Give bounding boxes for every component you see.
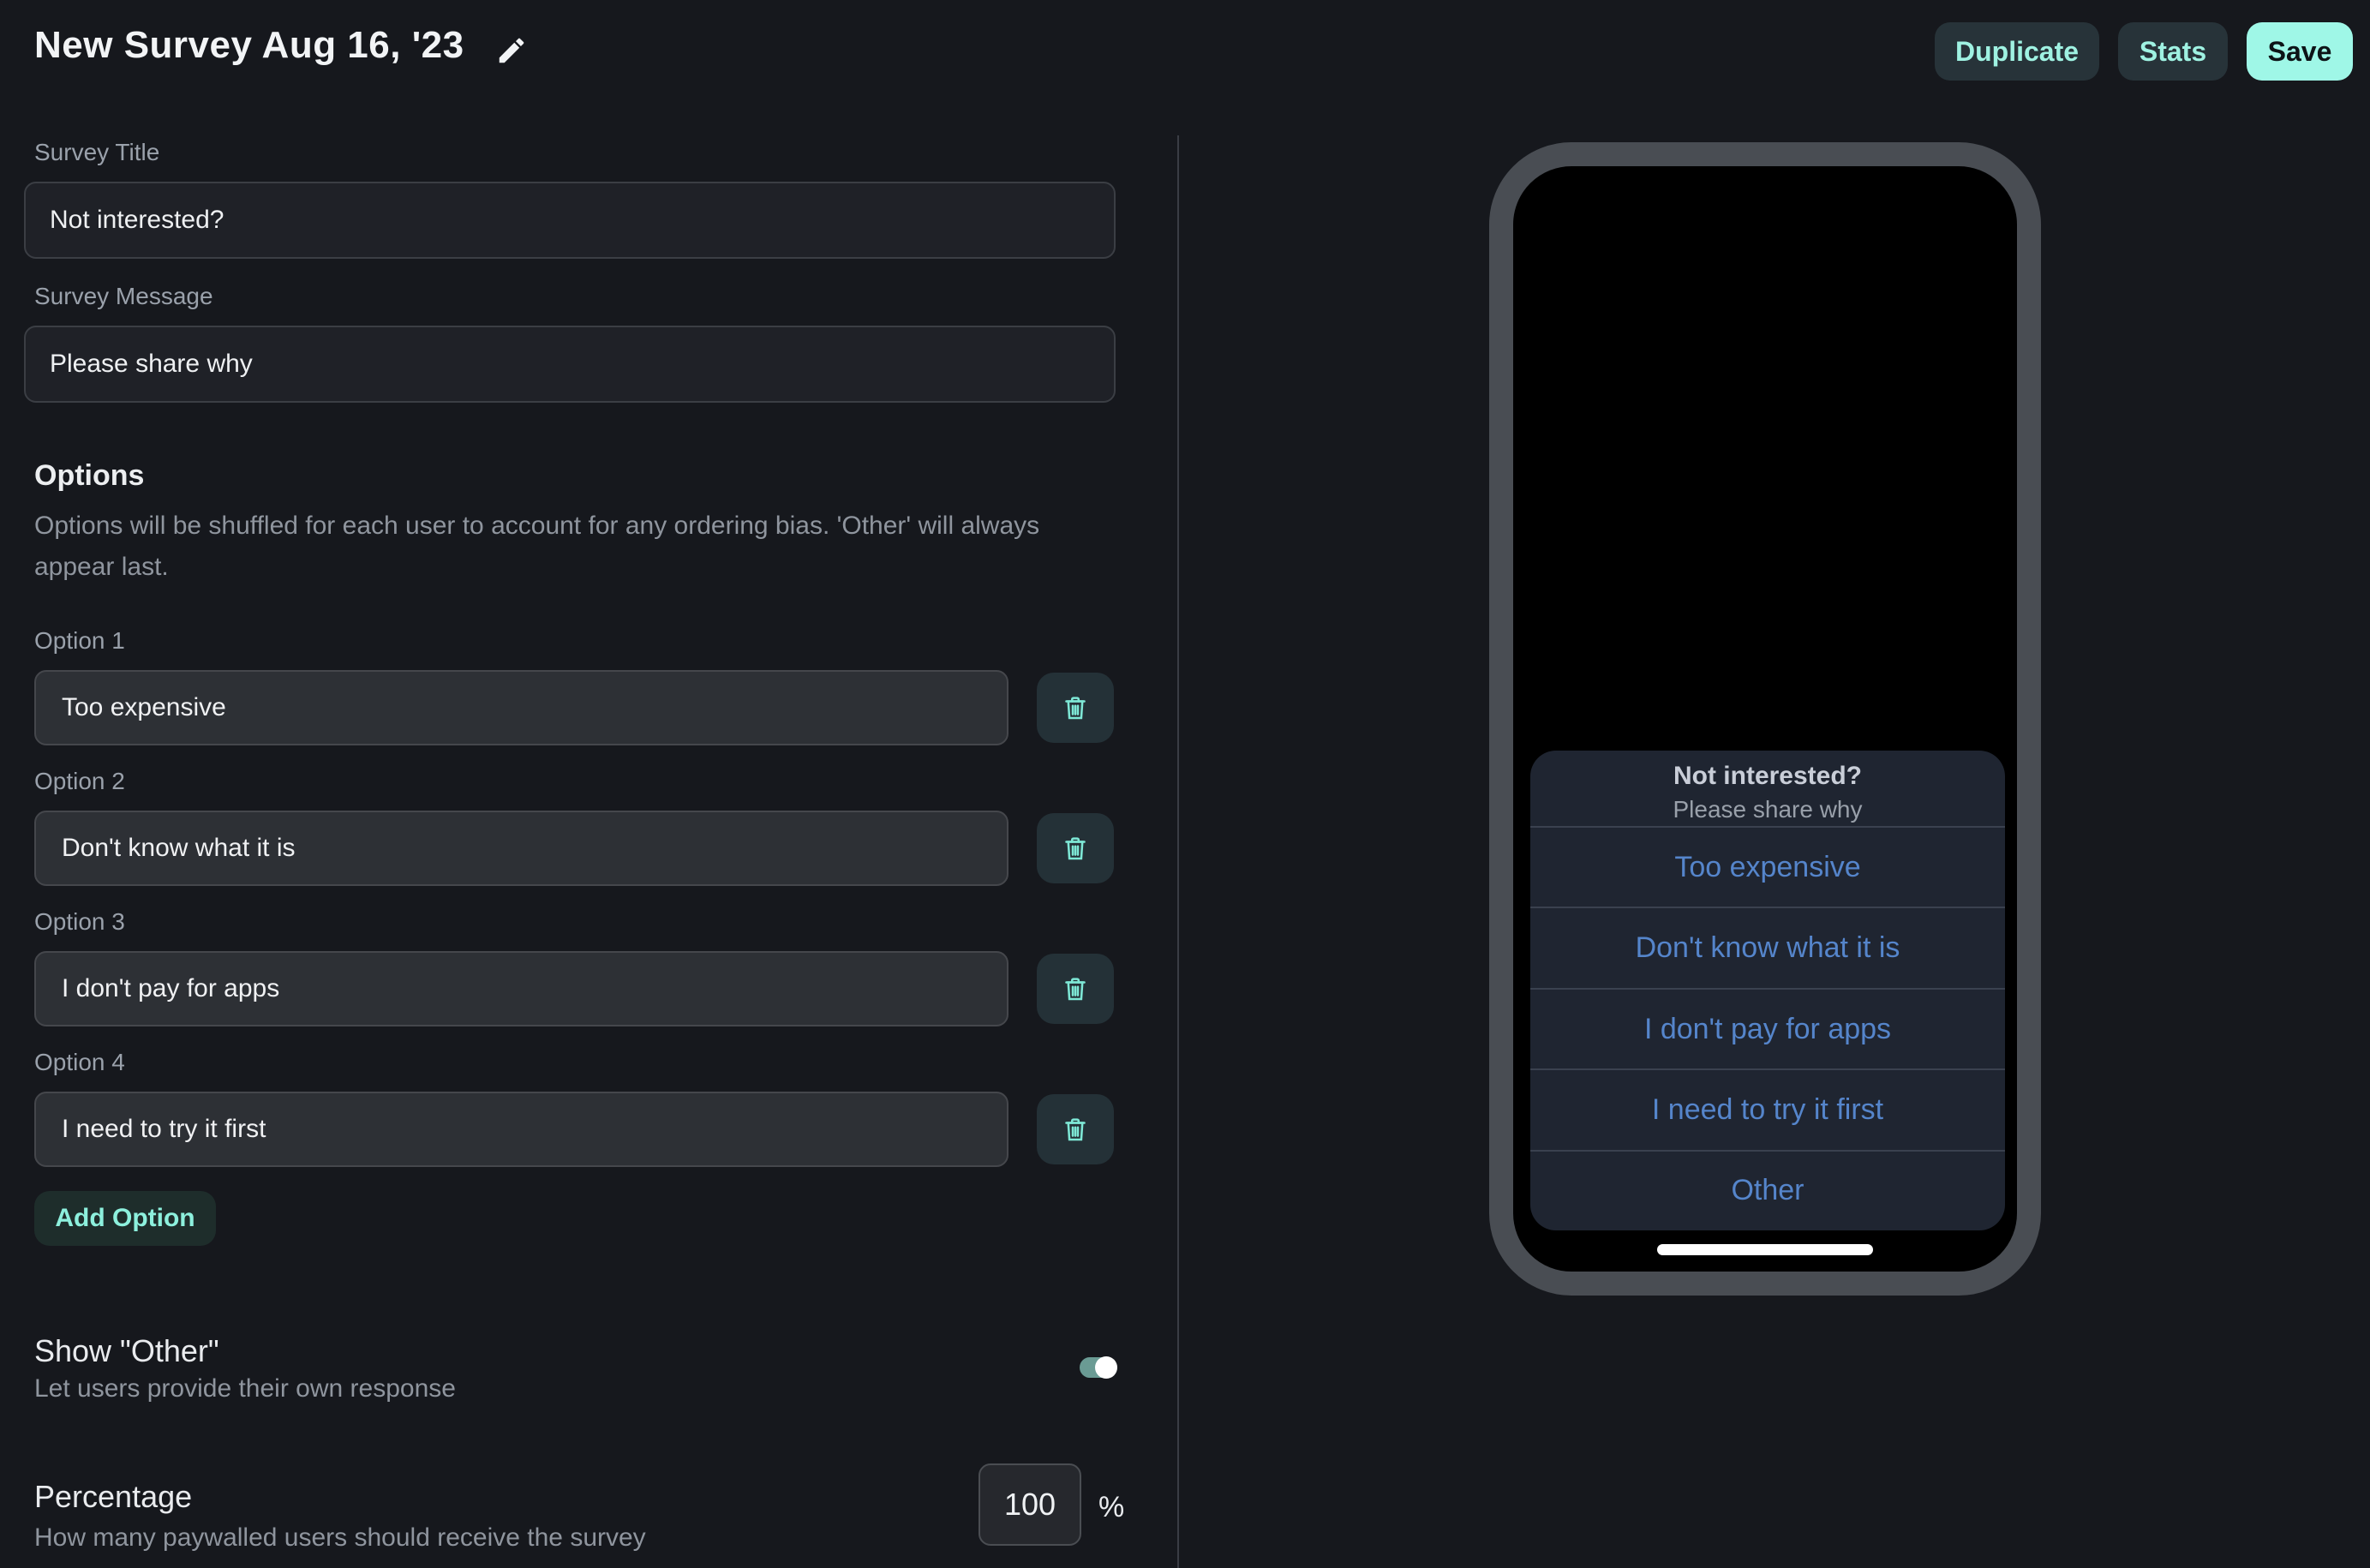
delete-option-2-button[interactable] xyxy=(1037,813,1114,883)
preview-option-1: Too expensive xyxy=(1530,826,2005,907)
survey-message-label: Survey Message xyxy=(34,283,213,310)
percentage-unit: % xyxy=(1098,1491,1124,1524)
survey-title-input[interactable] xyxy=(24,182,1116,259)
preview-option-3: I don't pay for apps xyxy=(1530,988,2005,1068)
phone-home-indicator xyxy=(1657,1244,1873,1255)
survey-title-label: Survey Title xyxy=(34,139,159,166)
edit-title-pencil-icon[interactable] xyxy=(495,34,528,67)
percentage-subtitle: How many paywalled users should receive … xyxy=(34,1523,646,1553)
option-3-label: Option 3 xyxy=(34,908,125,936)
preview-option-4: I need to try it first xyxy=(1530,1068,2005,1149)
percentage-title: Percentage xyxy=(34,1479,192,1515)
page-title: New Survey Aug 16, '23 xyxy=(34,24,464,67)
options-description: Options will be shuffled for each user t… xyxy=(34,506,1088,588)
trash-icon xyxy=(1060,833,1091,864)
show-other-toggle[interactable] xyxy=(1080,1357,1116,1378)
duplicate-button[interactable]: Duplicate xyxy=(1935,22,2099,81)
options-heading: Options xyxy=(34,459,144,493)
option-2-label: Option 2 xyxy=(34,768,125,795)
option-1-input[interactable] xyxy=(34,670,1008,745)
delete-option-4-button[interactable] xyxy=(1037,1094,1114,1164)
add-option-button[interactable]: Add Option xyxy=(34,1191,216,1246)
toggle-knob xyxy=(1095,1356,1117,1379)
preview-card-header: Not interested? Please share why xyxy=(1530,751,2005,826)
preview-option-2: Don't know what it is xyxy=(1530,907,2005,987)
show-other-subtitle: Let users provide their own response xyxy=(34,1374,456,1403)
percentage-input[interactable] xyxy=(979,1463,1081,1546)
delete-option-3-button[interactable] xyxy=(1037,954,1114,1024)
survey-preview-card: Not interested? Please share why Too exp… xyxy=(1530,751,2005,1230)
show-other-title: Show "Other" xyxy=(34,1333,219,1369)
preview-title: Not interested? xyxy=(1673,762,1862,791)
panel-divider xyxy=(1177,135,1179,1568)
option-3-input[interactable] xyxy=(34,951,1008,1026)
stats-button[interactable]: Stats xyxy=(2118,22,2228,81)
option-4-input[interactable] xyxy=(34,1092,1008,1167)
option-2-input[interactable] xyxy=(34,811,1008,886)
save-button[interactable]: Save xyxy=(2247,22,2353,81)
option-4-label: Option 4 xyxy=(34,1049,125,1076)
preview-subtitle: Please share why xyxy=(1673,796,1862,823)
delete-option-1-button[interactable] xyxy=(1037,673,1114,743)
trash-icon xyxy=(1060,1114,1091,1145)
trash-icon xyxy=(1060,692,1091,723)
option-1-label: Option 1 xyxy=(34,627,125,655)
trash-icon xyxy=(1060,973,1091,1004)
survey-message-input[interactable] xyxy=(24,326,1116,403)
preview-option-other: Other xyxy=(1530,1150,2005,1230)
